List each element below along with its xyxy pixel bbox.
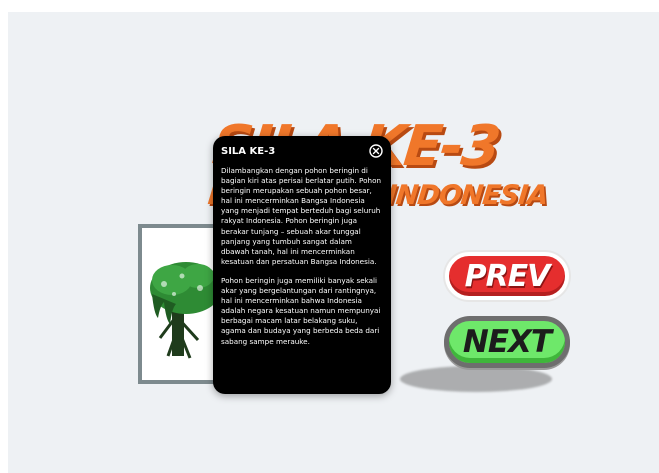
next-button-shadow — [400, 366, 552, 392]
modal-paragraph: Pohon beringin juga memiliki banyak seka… — [221, 275, 381, 346]
info-modal: SILA KE-3 Dilambangkan dengan pohon beri… — [213, 136, 391, 394]
banyan-tree-icon — [150, 262, 218, 359]
modal-body: Dilambangkan dengan pohon beringin di ba… — [221, 166, 382, 347]
close-icon[interactable] — [369, 144, 383, 158]
modal-paragraph: Dilambangkan dengan pohon beringin di ba… — [221, 166, 382, 266]
game-screen: SILA KE-3 PERSATUAN INDONESIA PREV NEXT … — [8, 12, 659, 473]
banyan-tree-picture — [138, 224, 222, 384]
next-button[interactable]: NEXT — [444, 316, 570, 368]
modal-title: SILA KE-3 — [221, 146, 276, 157]
prev-button[interactable]: PREV — [445, 252, 569, 300]
